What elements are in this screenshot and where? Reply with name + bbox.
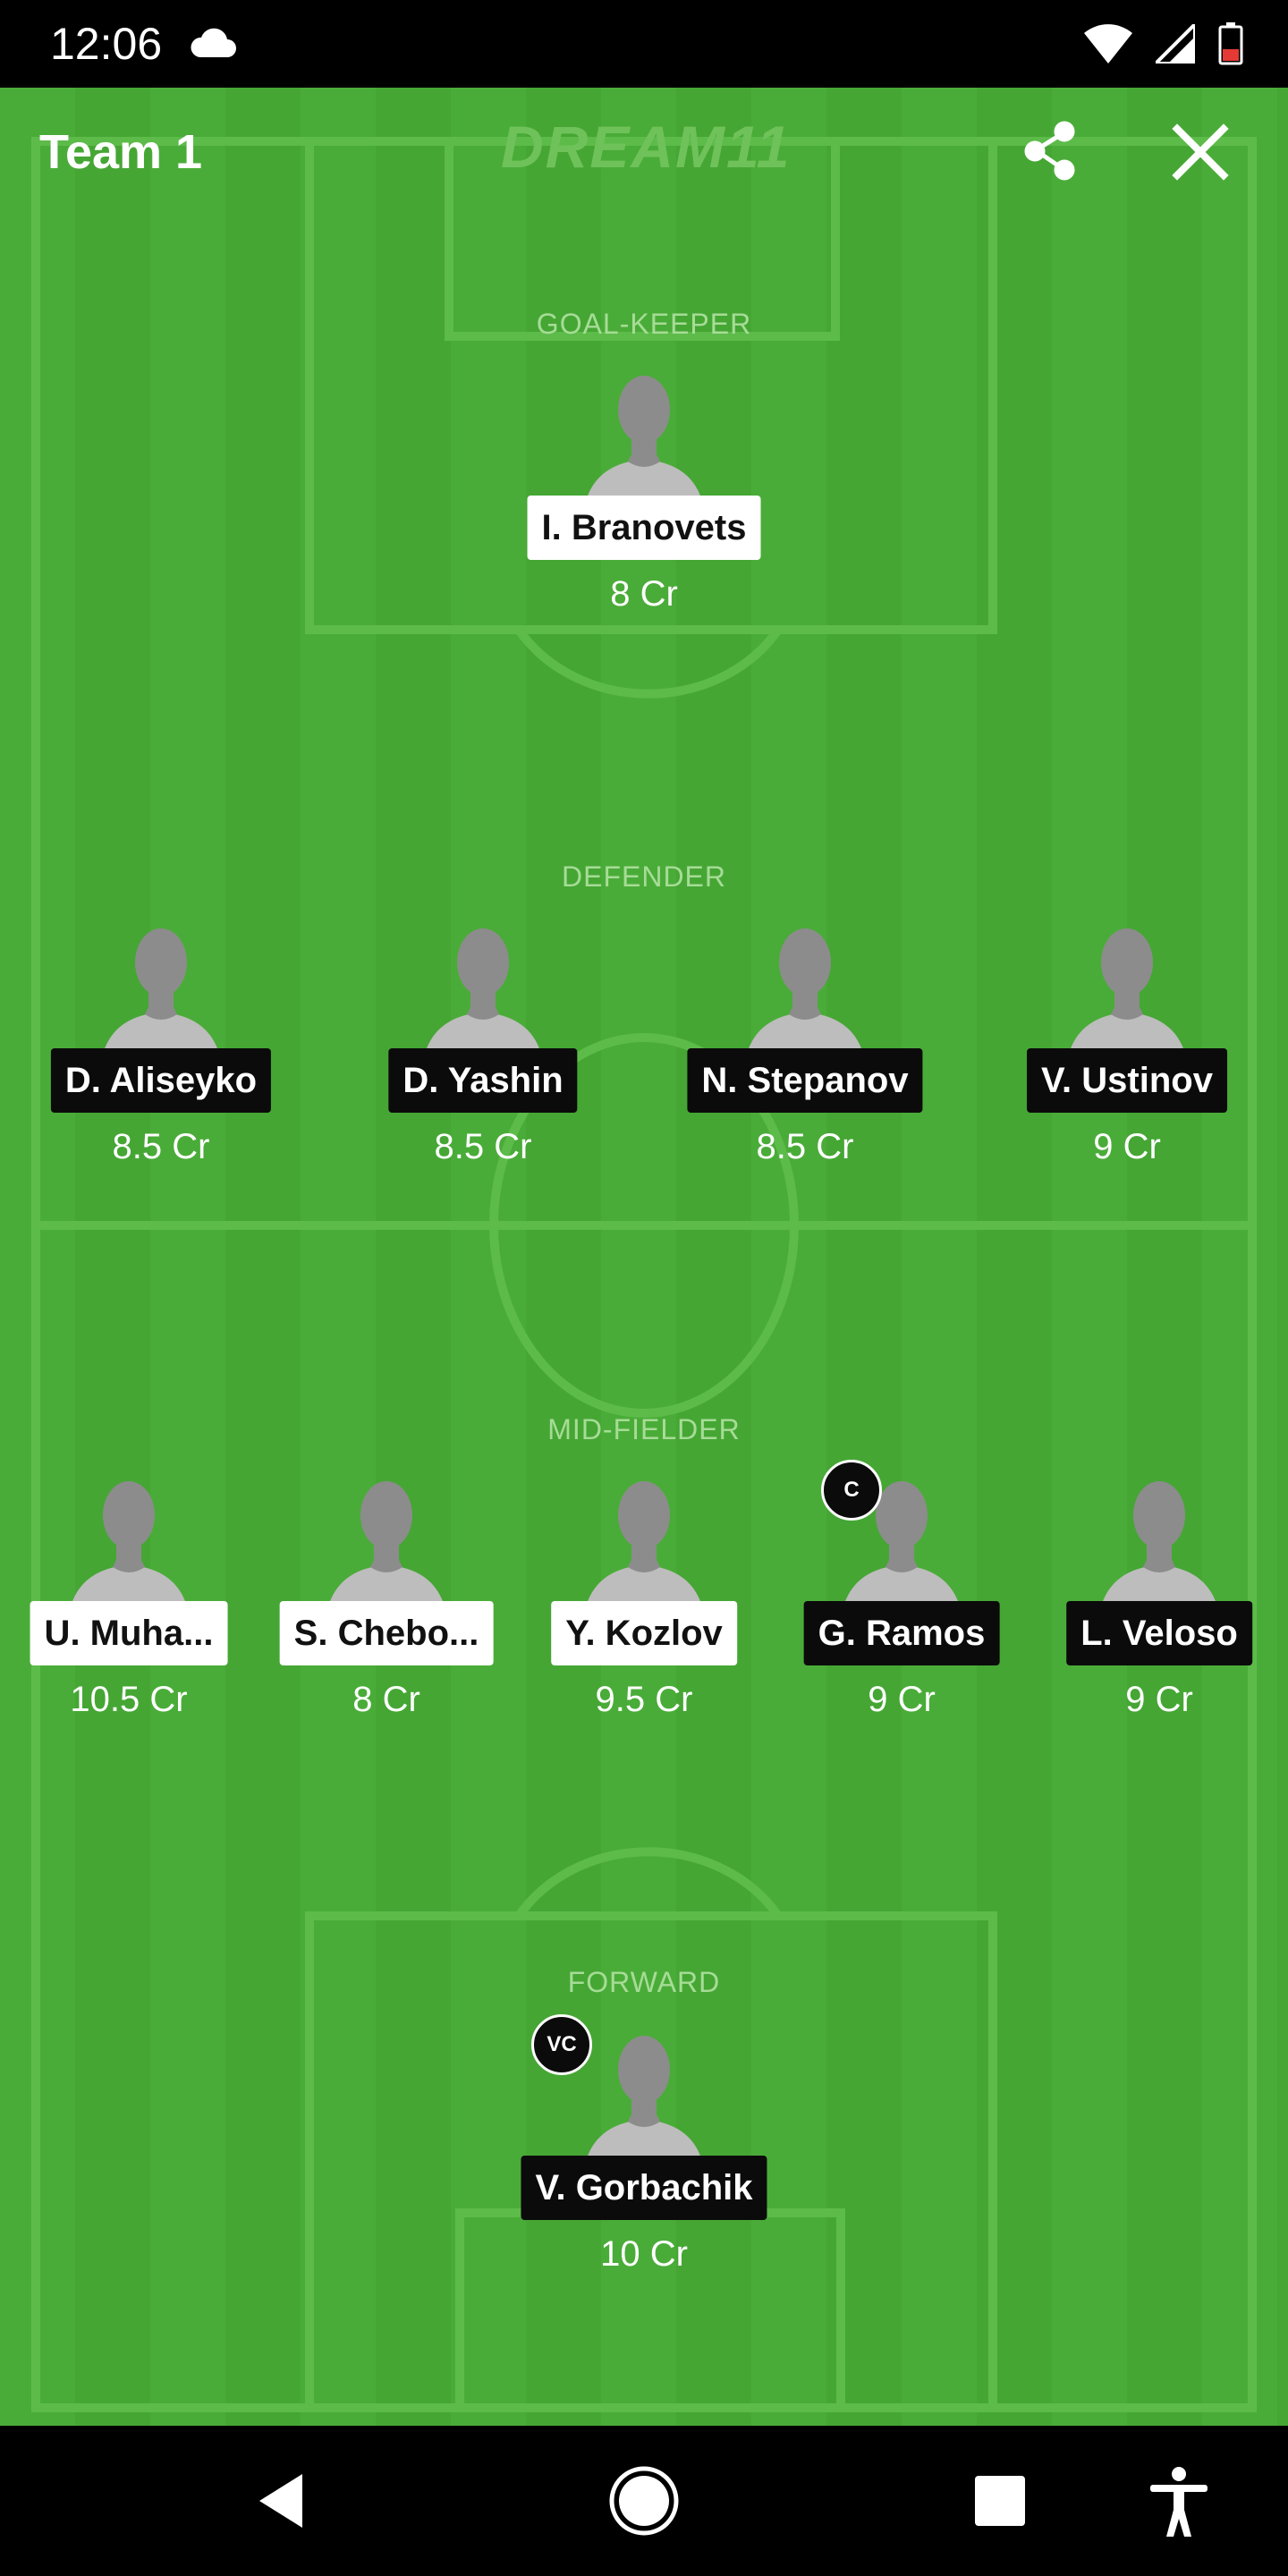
player-credits: 10.5 Cr — [70, 1680, 188, 1719]
battery-icon — [1218, 22, 1243, 65]
player-avatar-icon — [744, 928, 866, 1068]
captain-badge: C — [821, 1460, 882, 1521]
player-card[interactable]: V. Ustinov 9 Cr — [1011, 925, 1243, 1175]
share-icon[interactable] — [1020, 120, 1082, 182]
player-card[interactable]: V. Gorbachik 10 Cr VC — [521, 2014, 767, 2283]
player-name: S. Chebo... — [279, 1601, 494, 1665]
player-credits: 9.5 Cr — [595, 1680, 693, 1719]
dream11-logo: DREAM11 — [501, 114, 792, 180]
player-name: I. Branovets — [527, 496, 761, 560]
role-label-forward: FORWARD — [567, 1966, 721, 1998]
home-icon[interactable] — [606, 2463, 682, 2538]
player-name: D. Aliseyko — [50, 1048, 272, 1113]
player-name: D. Yashin — [388, 1048, 578, 1113]
accessibility-icon[interactable] — [1141, 2463, 1216, 2538]
player-credits: 8.5 Cr — [434, 1127, 532, 1166]
system-nav-bar — [0, 2426, 1288, 2576]
player-avatar-icon — [1066, 928, 1188, 1068]
player-name: N. Stepanov — [687, 1048, 923, 1113]
team-title: Team 1 — [39, 125, 203, 179]
signal-icon — [1156, 24, 1195, 64]
status-bar: 12:06 — [0, 0, 1288, 88]
player-credits: 9 Cr — [1093, 1127, 1161, 1166]
player-card[interactable]: Y. Kozlov 9.5 Cr — [528, 1478, 760, 1728]
player-avatar-icon — [326, 1481, 447, 1621]
player-name: L. Veloso — [1066, 1601, 1252, 1665]
player-avatar-icon — [422, 928, 544, 1068]
player-avatar-icon — [583, 1481, 705, 1621]
player-name: G. Ramos — [803, 1601, 1000, 1665]
player-avatar-icon — [68, 1481, 190, 1621]
player-card[interactable]: I. Branovets 8 Cr — [527, 372, 761, 623]
back-icon[interactable] — [247, 2463, 322, 2538]
close-icon[interactable] — [1168, 120, 1233, 184]
player-credits: 8 Cr — [610, 574, 678, 614]
role-label-defender: DEFENDER — [561, 860, 726, 893]
player-credits: 8 Cr — [352, 1680, 420, 1719]
player-credits: 9 Cr — [1125, 1680, 1193, 1719]
player-card[interactable]: D. Aliseyko 8.5 Cr — [45, 925, 277, 1175]
status-time: 12:06 — [50, 19, 163, 69]
vice-captain-badge: VC — [531, 2014, 592, 2075]
player-credits: 10 Cr — [600, 2234, 688, 2274]
player-card[interactable]: D. Yashin 8.5 Cr — [367, 925, 599, 1175]
player-avatar-icon — [583, 2036, 705, 2175]
player-name: U. Muha... — [30, 1601, 228, 1665]
wifi-icon — [1084, 24, 1132, 64]
player-card[interactable]: S. Chebo... 8 Cr — [270, 1478, 503, 1728]
role-label-midfielder: MID-FIELDER — [547, 1413, 741, 1445]
player-card[interactable]: G. Ramos 9 Cr C — [785, 1460, 1018, 1728]
player-card[interactable]: U. Muha... 10.5 Cr — [13, 1478, 245, 1728]
player-name: Y. Kozlov — [551, 1601, 737, 1665]
player-avatar-icon — [583, 376, 705, 515]
role-label-goalkeeper: GOAL-KEEPER — [536, 308, 752, 340]
player-credits: 9 Cr — [868, 1680, 936, 1719]
player-credits: 8.5 Cr — [756, 1127, 854, 1166]
player-credits: 8.5 Cr — [112, 1127, 210, 1166]
cloud-icon — [191, 28, 236, 57]
player-name: V. Gorbachik — [521, 2156, 767, 2220]
football-pitch: Team 1 DREAM11 GOAL-KEEPER DEFENDER MID-… — [0, 88, 1288, 2426]
player-name: V. Ustinov — [1027, 1048, 1227, 1113]
recents-icon[interactable] — [962, 2463, 1038, 2538]
player-card[interactable]: N. Stepanov 8.5 Cr — [687, 925, 923, 1175]
player-card[interactable]: L. Veloso 9 Cr — [1043, 1478, 1275, 1728]
player-avatar-icon — [100, 928, 222, 1068]
player-avatar-icon — [1098, 1481, 1220, 1621]
status-icons — [1084, 20, 1243, 68]
